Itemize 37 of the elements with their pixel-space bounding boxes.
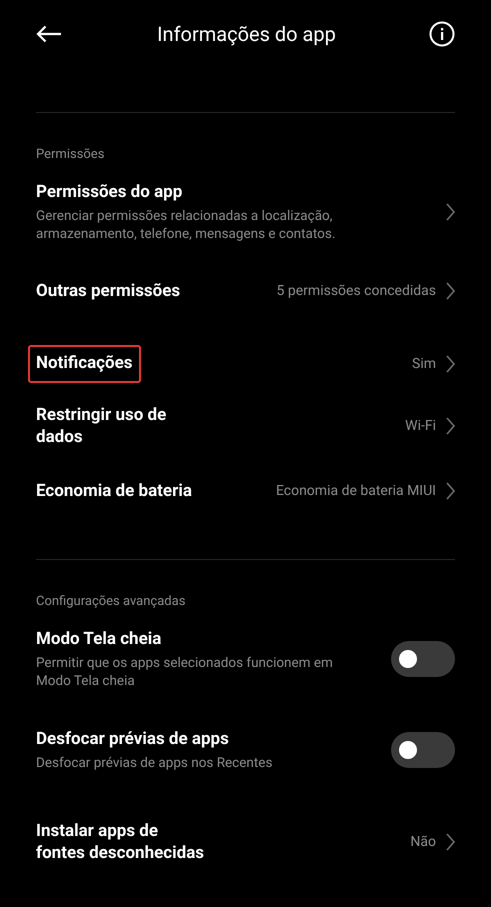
setting-value: 5 permissões concedidas <box>276 282 436 300</box>
setting-value: Wi-Fi <box>405 416 436 436</box>
setting-row[interactable]: Notificações Sim <box>0 327 491 401</box>
setting-description: Gerenciar permissões relacionadas a localização, armazenamento, telefone, mensagens e contatos. <box>36 207 336 243</box>
setting-row[interactable]: Instalar apps de fontes desconhecidas Não <box>0 798 491 886</box>
chevron-right-icon <box>446 282 455 300</box>
toggle-switch[interactable] <box>391 732 455 768</box>
setting-row[interactable]: Outras permissões 5 permissões concedidas <box>0 255 491 327</box>
setting-value: Sim <box>412 354 436 374</box>
setting-title: Outras permissões <box>36 280 182 302</box>
section-label: Permissões <box>36 147 104 162</box>
highlighted-title: Notificações <box>28 345 141 383</box>
page-title: Informações do app <box>157 21 336 48</box>
setting-row[interactable]: Permissões do app Gerenciar permissões relacionadas a localização, armazenamento, telefone, mensagens e contatos. <box>0 169 491 255</box>
chevron-right-icon <box>446 833 455 851</box>
chevron-right-icon <box>446 417 455 435</box>
toggle-switch[interactable] <box>391 641 455 677</box>
section-label: Configurações avançadas <box>36 594 186 609</box>
back-arrow-icon <box>36 25 62 43</box>
chevron-right-icon <box>446 355 455 373</box>
chevron-right-icon <box>446 482 455 500</box>
setting-value: Economia de bateria MIUI <box>276 482 436 500</box>
setting-description: Desfocar prévias de apps nos Recentes <box>36 754 274 772</box>
setting-title: Economia de bateria <box>36 480 193 502</box>
setting-row[interactable]: Desfocar prévias de apps Desfocar prévias de apps nos Recentes <box>0 702 491 798</box>
setting-row[interactable]: Restringir uso de dados Wi-Fi <box>0 401 491 451</box>
setting-title: Desfocar prévias de apps <box>36 728 230 750</box>
setting-title: Restringir uso de dados <box>36 404 168 448</box>
setting-description: Permitir que os apps selecionados funcionem em Modo Tela cheia <box>36 654 334 690</box>
chevron-right-icon <box>446 203 455 221</box>
setting-title: Instalar apps de fontes desconhecidas <box>36 820 206 864</box>
setting-value: Não <box>410 832 436 852</box>
setting-title: Modo Tela cheia <box>36 628 162 650</box>
info-icon[interactable] <box>428 21 455 47</box>
setting-row[interactable]: Economia de bateria Economia de bateria MIUI <box>0 451 491 531</box>
setting-title: Permissões do app <box>36 181 184 203</box>
setting-row[interactable]: Modo Tela cheia Permitir que os apps selecionados funcionem em Modo Tela cheia <box>0 616 491 702</box>
